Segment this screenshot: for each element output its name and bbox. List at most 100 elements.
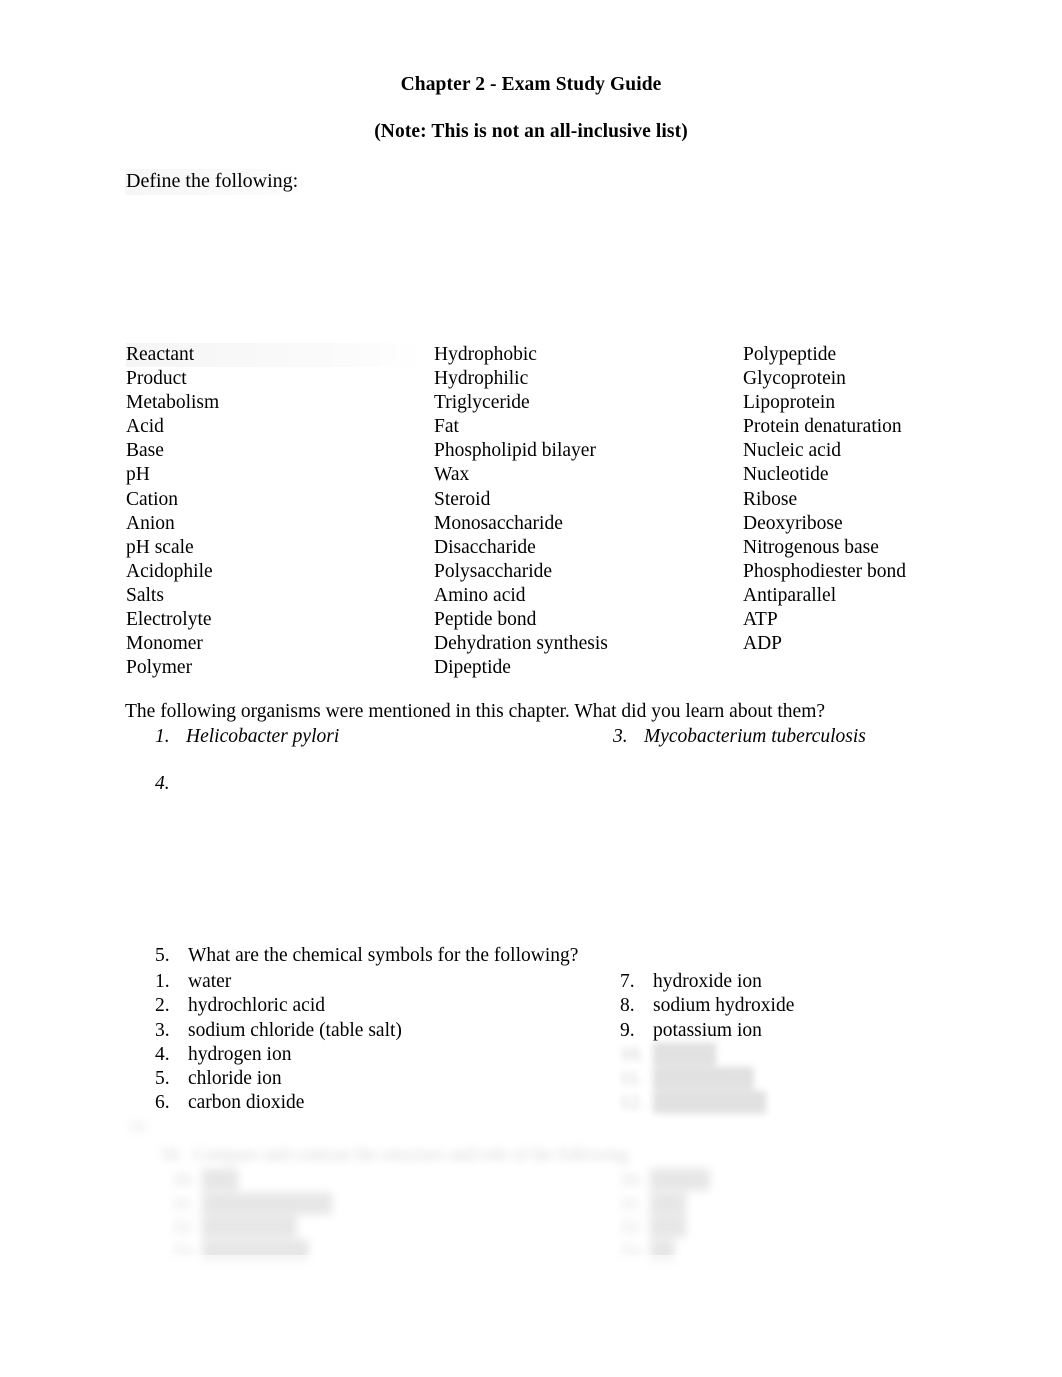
list-marker: 3. <box>613 726 628 747</box>
list-item-label: potassium ion <box>653 1019 762 1041</box>
term-item: Phospholipid bilayer <box>434 440 596 462</box>
obscured-list-item: 13. █████████ <box>172 1239 331 1263</box>
term-item: Electrolyte <box>126 609 212 631</box>
obscured-list-item: 11. ████████ <box>620 1067 765 1091</box>
term-item: Nucleic acid <box>743 440 841 462</box>
term-item: Product <box>126 368 187 390</box>
obscured-list-item: 13. ██ <box>620 1239 709 1263</box>
term-item: Dehydration synthesis <box>434 633 608 655</box>
list-marker: 1. <box>155 971 170 992</box>
list-marker: 12. <box>172 1216 195 1236</box>
term-item: Disaccharide <box>434 536 536 558</box>
term-item: Fat <box>434 416 459 438</box>
obscured-sub-list-left: 10. ███ 11. ███████████ 12. ████████ 13. ██████… <box>172 1168 332 1263</box>
obscured-question-text: Compare and contrast the structure and r… <box>193 1144 629 1164</box>
page-title: Chapter 2 - Exam Study Guide <box>400 74 662 95</box>
list-marker: 3. <box>155 1019 170 1041</box>
obscured-label: ███ <box>650 1192 686 1213</box>
term-item: Anion <box>126 512 175 534</box>
list-marker: 10. <box>620 1169 643 1189</box>
list-item-label: sodium hydroxide <box>653 995 795 1017</box>
obscured-list-item: 10. ███ <box>172 1168 331 1192</box>
term-item: Monosaccharide <box>434 512 563 534</box>
organisms-prompt: The following organisms were mentioned i… <box>125 701 826 722</box>
obscured-label: ███ <box>650 1216 686 1236</box>
term-item: ATP <box>743 609 778 631</box>
term-item: Nucleotide <box>743 464 829 486</box>
list-marker: 13. <box>620 1239 643 1260</box>
term-item: Dipeptide <box>434 657 511 679</box>
chemical-symbol-item: 9. potassium ion <box>620 1019 794 1043</box>
organism-list-item-3: 3. Mycobacterium tuberculosis <box>613 726 866 748</box>
obscured-list-item: 10. █████ <box>620 1043 765 1067</box>
chemical-symbol-item: 4. hydrogen ion <box>155 1043 402 1067</box>
terms-column-2: Hydrophobic Hydrophilic Triglyceride Fat Pho… <box>434 343 734 680</box>
list-marker: 6. <box>155 1092 170 1114</box>
study-guide-page: Chapter 2 - Exam Study Guide (Note: This… <box>0 0 1062 1377</box>
term-item: Polypeptide <box>743 344 837 365</box>
term-item: Wax <box>434 464 470 486</box>
chemical-symbol-item: 2. hydrochloric acid <box>155 994 402 1018</box>
obscured-list-item: 10. █████ <box>620 1168 710 1192</box>
terms-column-3: Polypeptide Glycoprotein Lipoprotein Protei… <box>743 343 1053 656</box>
term-item: Nitrogenous base <box>743 536 879 558</box>
chemical-symbol-item: 6. carbon dioxide <box>155 1091 402 1115</box>
term-item: Triglyceride <box>434 392 530 414</box>
chemical-symbol-item: 8. sodium hydroxide <box>620 994 794 1018</box>
obscured-list-item: 12. ███ <box>620 1215 709 1239</box>
obscured-label: █████ <box>650 1169 710 1189</box>
obscured-label: ███ <box>202 1169 238 1189</box>
list-marker: 9. <box>620 1019 635 1041</box>
term-item: Hydrophobic <box>434 344 537 365</box>
list-marker: 12. <box>620 1092 644 1113</box>
list-item-label: chloride ion <box>188 1068 282 1090</box>
list-item-label: hydrochloric acid <box>188 995 325 1017</box>
list-item-label: carbon dioxide <box>188 1092 305 1114</box>
term-item: Reactant <box>126 343 426 368</box>
term-item: Antiparallel <box>743 584 837 606</box>
page-subtitle: (Note: This is not an all-inclusive list… <box>374 121 688 142</box>
term-item: pH <box>126 464 150 486</box>
term-item: Base <box>126 440 164 462</box>
term-item: Metabolism <box>126 392 220 414</box>
list-marker: 8. <box>620 995 635 1017</box>
list-marker: 1. <box>155 726 170 747</box>
obscured-label: ██ <box>650 1239 674 1260</box>
list-marker: 4. <box>155 1043 170 1065</box>
term-item: ADP <box>743 633 783 655</box>
organism-list-item-4: 4. <box>155 773 186 795</box>
chemical-symbol-item: 1. water <box>155 970 402 994</box>
obscured-label: █████████ <box>202 1239 309 1260</box>
list-marker: 10. <box>620 1044 644 1065</box>
chemical-symbols-list-right: 7. hydroxide ion 8. sodium hydroxide 9. potas… <box>620 970 794 1043</box>
list-marker: 2. <box>155 995 170 1017</box>
list-marker: 11. <box>620 1068 644 1089</box>
list-item-label: water <box>188 971 232 992</box>
term-item: Polymer <box>126 657 193 679</box>
list-marker: 13. <box>172 1239 195 1260</box>
obscured-sub-list-right: 10. █████ 11. ███ 12. ███ 13. ██ <box>620 1168 710 1263</box>
list-marker: 4. <box>155 773 170 794</box>
obscured-list-item: 12. █████████ <box>620 1091 766 1115</box>
term-item: Steroid <box>434 488 491 510</box>
term-item: Protein denaturation <box>743 416 902 438</box>
obscured-stray-text: 10. <box>128 1117 150 1136</box>
term-item: Peptide bond <box>434 609 537 631</box>
page-bottom-fade <box>0 1255 1062 1377</box>
list-marker: 5. <box>155 1068 170 1090</box>
term-item: Acid <box>126 416 164 438</box>
obscured-label: █████ <box>653 1044 716 1065</box>
list-marker: 11. <box>620 1192 642 1213</box>
terms-column-1: Reactant Product Metabolism Acid Base pH Catio… <box>126 343 426 680</box>
term-item: Amino acid <box>434 584 526 606</box>
obscured-list-item: 11. ███ <box>620 1192 709 1216</box>
obscured-label: ████████ <box>202 1216 297 1236</box>
term-item: pH scale <box>126 536 194 558</box>
list-item-label: hydroxide ion <box>653 971 762 992</box>
define-prompt: Define the following: <box>125 169 305 195</box>
terms-grid: Reactant Product Metabolism Acid Base pH Catio… <box>0 343 1062 693</box>
list-marker: 10. <box>160 1144 183 1164</box>
term-item: Polysaccharide <box>434 560 553 582</box>
chemical-symbols-prompt: 5. What are the chemical symbols for the … <box>155 945 578 967</box>
obscured-list-item: 11. ███████████ <box>172 1192 332 1216</box>
